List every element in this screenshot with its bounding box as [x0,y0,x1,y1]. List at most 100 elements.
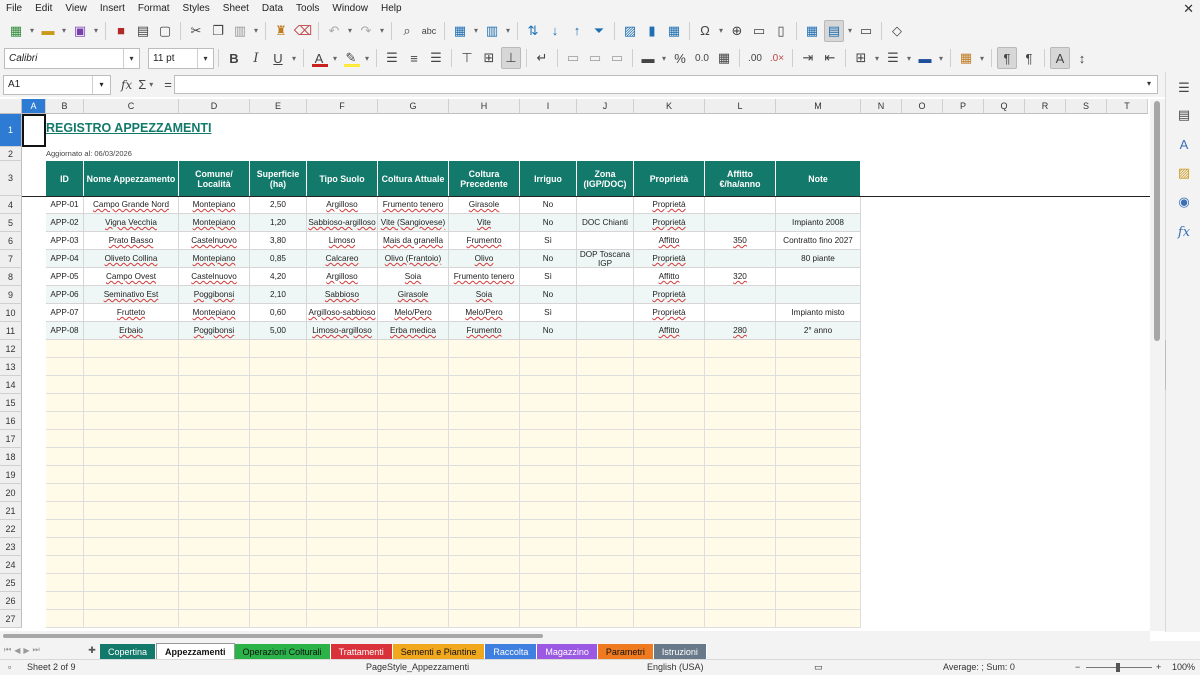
empty-cell[interactable] [776,340,861,358]
empty-cell[interactable] [449,574,520,592]
table-cell[interactable]: Frumento [449,322,520,340]
right-to-left-icon[interactable]: ¶ [1019,47,1039,69]
empty-cell[interactable] [705,610,776,628]
row-header-20[interactable]: 20 [0,484,22,502]
border-color-icon[interactable]: ▬ [915,47,935,69]
empty-cell[interactable] [307,502,378,520]
empty-cell[interactable] [449,502,520,520]
empty-cell[interactable] [307,574,378,592]
export-pdf-icon[interactable]: ■ [111,20,131,42]
empty-cell[interactable] [179,484,250,502]
table-cell[interactable]: Seminativo Est [84,286,179,304]
table-cell[interactable]: Calcareo [307,250,378,268]
row-header-6[interactable]: 6 [0,232,22,250]
empty-cell[interactable] [776,466,861,484]
border-style-dropdown-icon[interactable]: ▾ [904,47,914,69]
empty-cell[interactable] [84,394,179,412]
sheet-tab-trattamenti[interactable]: Trattamenti [330,644,393,659]
empty-cell[interactable] [378,592,449,610]
empty-cell[interactable] [84,466,179,484]
sheet-indicator[interactable]: Sheet 2 of 9 [27,662,76,672]
percent-format-icon[interactable]: % [670,47,690,69]
autofilter-icon[interactable]: ⏷ [589,20,609,42]
table-cell[interactable]: Limoso-argilloso [307,322,378,340]
cut-icon[interactable]: ✂ [186,20,206,42]
empty-cell[interactable] [776,610,861,628]
table-cell[interactable]: Proprietà [634,214,705,232]
table-cell[interactable]: Vigna Vecchia [84,214,179,232]
empty-cell[interactable] [520,358,577,376]
insert-image-icon[interactable]: ▨ [620,20,640,42]
column-header-s[interactable]: S [1066,99,1107,114]
empty-cell[interactable] [449,538,520,556]
row-header-16[interactable]: 16 [0,412,22,430]
empty-cell[interactable] [449,376,520,394]
empty-cell[interactable] [449,520,520,538]
decrease-indent-icon[interactable]: ⇤ [820,47,840,69]
empty-cell[interactable] [577,610,634,628]
empty-cell[interactable] [46,592,84,610]
zoom-slider-thumb[interactable] [1116,663,1120,672]
empty-cell[interactable] [179,556,250,574]
table-cell[interactable]: 5,00 [250,322,307,340]
table-cell[interactable] [577,322,634,340]
selection-mode-icon[interactable]: ▭ [814,662,823,673]
table-cell[interactable] [705,286,776,304]
table-cell[interactable] [776,268,861,286]
row-header-21[interactable]: 21 [0,502,22,520]
sheet-tab-parametri[interactable]: Parametri [597,644,654,659]
empty-cell[interactable] [179,358,250,376]
table-cell[interactable]: Montepiano [179,214,250,232]
zoom-in-icon[interactable]: + [1156,662,1161,672]
table-cell[interactable]: Poggibonsi [179,322,250,340]
empty-cell[interactable] [449,412,520,430]
empty-cell[interactable] [84,502,179,520]
language[interactable]: English (USA) [647,662,704,672]
empty-cell[interactable] [577,340,634,358]
table-cell[interactable]: Affitto [634,268,705,286]
table-cell[interactable]: No [520,196,577,214]
split-window-icon[interactable]: ▭ [856,20,876,42]
empty-cell[interactable] [307,592,378,610]
empty-cell[interactable] [776,412,861,430]
table-cell[interactable]: Affitto [634,232,705,250]
empty-cell[interactable] [577,556,634,574]
empty-cell[interactable] [449,592,520,610]
new-dropdown-icon[interactable]: ▾ [27,20,37,42]
empty-cell[interactable] [179,574,250,592]
row-header-23[interactable]: 23 [0,538,22,556]
underline-icon[interactable]: U [268,47,288,69]
row-header-26[interactable]: 26 [0,592,22,610]
empty-cell[interactable] [46,466,84,484]
table-cell[interactable]: Frumento tenero [449,268,520,286]
highlight-dropdown-icon[interactable]: ▾ [362,47,372,69]
empty-cell[interactable] [520,502,577,520]
table-cell[interactable]: APP-04 [46,250,84,268]
name-box[interactable]: A1 ▾ [3,74,111,95]
empty-cell[interactable] [577,430,634,448]
add-sheet-icon[interactable]: ✚ [86,645,98,656]
row-header-11[interactable]: 11 [0,322,22,340]
empty-cell[interactable] [179,394,250,412]
menu-window[interactable]: Window [326,0,375,17]
empty-cell[interactable] [307,376,378,394]
empty-cell[interactable] [84,484,179,502]
sheet-tab-istruzioni[interactable]: Istruzioni [653,644,707,659]
table-cell[interactable]: Poggibonsi [179,286,250,304]
empty-cell[interactable] [776,520,861,538]
row-icon[interactable]: ▦ [450,20,470,42]
column-header-c[interactable]: C [84,99,179,114]
conditional-format-dropdown-icon[interactable]: ▾ [977,47,987,69]
italic-icon[interactable]: I [246,47,266,69]
comment-icon[interactable]: ▭ [749,20,769,42]
column-header-p[interactable]: P [943,99,984,114]
empty-cell[interactable] [46,358,84,376]
sum-dropdown-icon[interactable]: ▾ [146,74,156,96]
empty-cell[interactable] [705,466,776,484]
empty-cell[interactable] [634,484,705,502]
empty-cell[interactable] [634,430,705,448]
row-header-22[interactable]: 22 [0,520,22,538]
functions-icon[interactable]: fx [1174,222,1194,242]
horizontal-scroll-thumb[interactable] [3,634,543,638]
sidebar-menu-icon[interactable]: ☰ [1174,78,1194,98]
